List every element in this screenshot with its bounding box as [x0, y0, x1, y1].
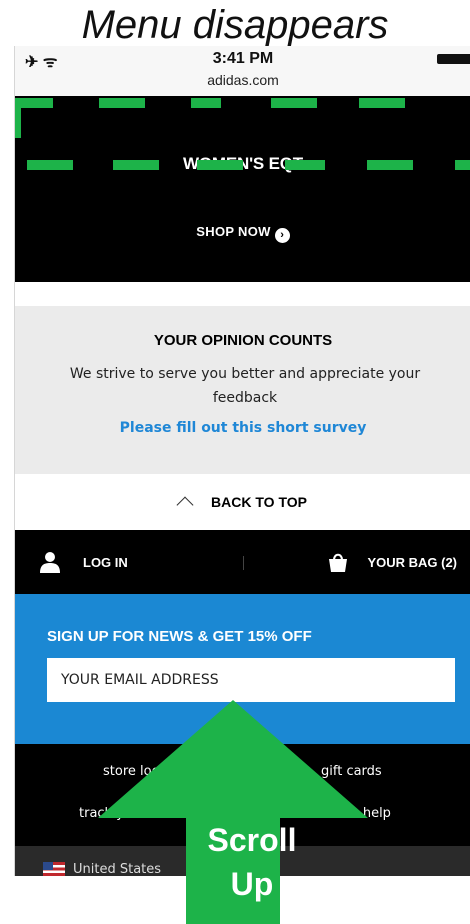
survey-heading: YOUR OPINION COUNTS: [153, 332, 333, 349]
divider: [243, 556, 244, 570]
survey-body: We strive to serve you better and apprec…: [69, 366, 421, 406]
arrow-label-line1: Scroll: [207, 822, 297, 858]
survey-section: YOUR OPINION COUNTS We strive to serve y…: [15, 306, 470, 474]
us-flag-icon: [43, 862, 65, 876]
status-bar: ✈ ᯤ 3:41 PM adidas.com: [15, 46, 470, 96]
shop-now-link[interactable]: SHOP NOW ›: [15, 224, 470, 243]
bag-label: YOUR BAG (2): [367, 554, 457, 570]
status-time: 3:41 PM: [212, 50, 274, 67]
arrow-right-circle-icon: ›: [274, 228, 290, 243]
annotation-caption: Menu disappears: [81, 3, 389, 47]
login-button[interactable]: LOG IN: [39, 530, 128, 594]
shopping-bag-icon: [329, 553, 348, 572]
shop-now-label: SHOP NOW: [196, 224, 271, 239]
back-to-top-label: BACK TO TOP: [211, 494, 307, 510]
login-label: LOG IN: [83, 554, 128, 570]
email-input[interactable]: [47, 658, 455, 702]
user-icon: [40, 552, 60, 573]
promo-banner: WOMEN'S EQT SHOP NOW ›: [15, 96, 470, 282]
back-to-top-button[interactable]: BACK TO TOP: [15, 474, 470, 530]
newsletter-title: SIGN UP FOR NEWS & GET 15% OFF: [47, 628, 312, 645]
bag-button[interactable]: YOUR BAG (2): [327, 530, 457, 594]
battery-icon: [437, 54, 470, 64]
arrow-label-line2: Up: [230, 866, 274, 902]
arrow-label: Scroll Up: [182, 818, 322, 906]
address-bar-url[interactable]: adidas.com: [15, 72, 470, 88]
survey-link[interactable]: Please fill out this short survey: [15, 420, 470, 436]
spacer: [15, 282, 470, 306]
account-bar: LOG IN YOUR BAG (2): [15, 530, 470, 594]
chevron-up-icon: [176, 496, 194, 514]
